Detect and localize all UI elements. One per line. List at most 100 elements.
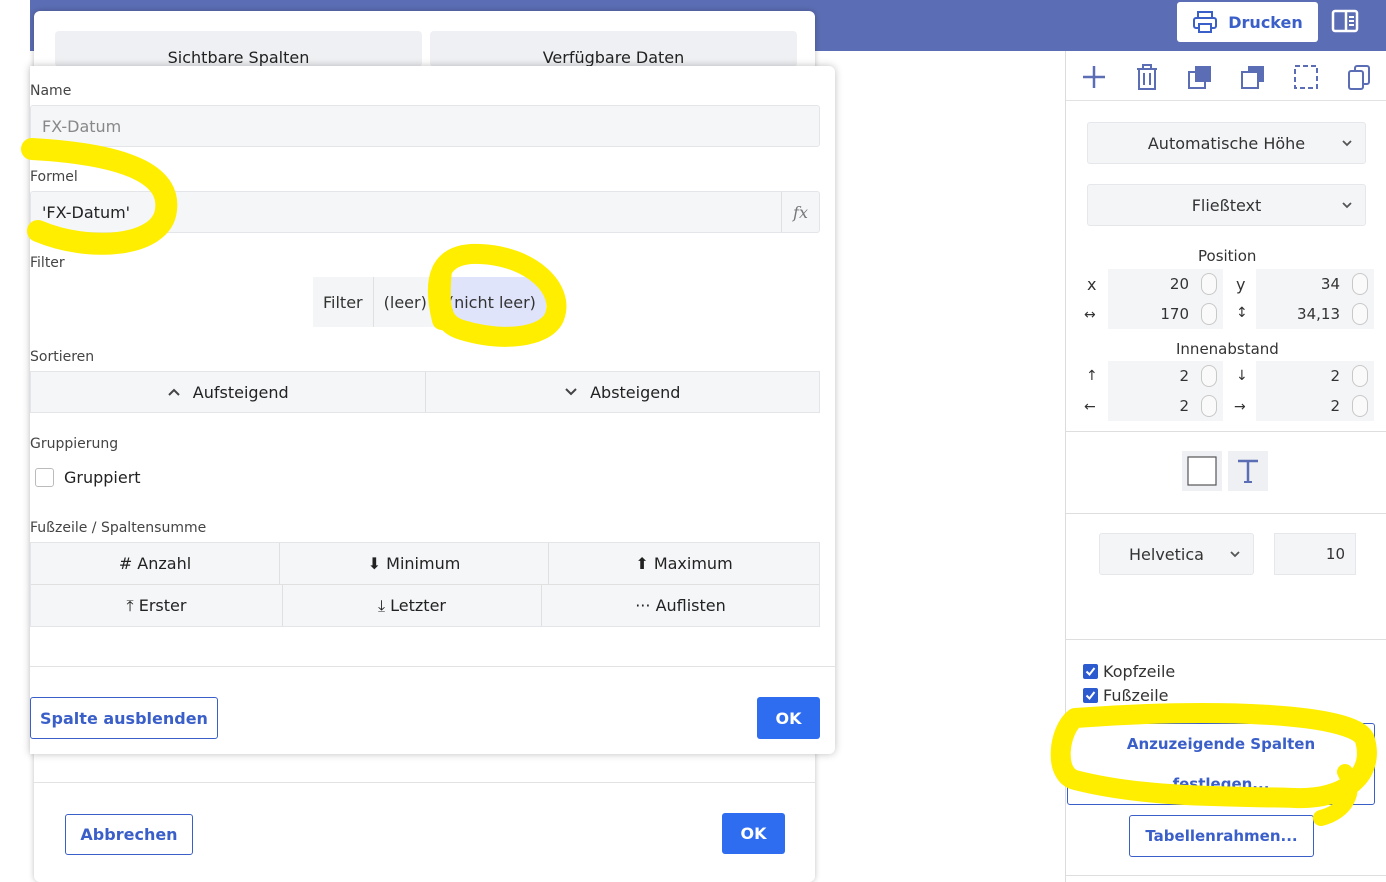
print-button[interactable]: Drucken [1177,2,1318,42]
width-spinner[interactable] [1201,303,1217,325]
hide-column-button[interactable]: Spalte ausblenden [30,697,218,739]
filter-option-empty-label: (leer) [383,292,427,312]
tab-visible-columns[interactable]: Sichtbare Spalten [55,31,422,67]
send-to-back-icon[interactable] [1239,63,1267,91]
aggregate-first-button[interactable]: ⤒ Erster [31,585,282,626]
aggregate-list-button[interactable]: ··· Auflisten [541,585,819,626]
bring-to-front-icon[interactable] [1186,63,1214,91]
aggregate-minimum-button[interactable]: ⬇ Minimum [279,543,548,584]
filter-option-all[interactable]: Filter [313,277,373,327]
footer-row-checkbox[interactable]: Fußzeile [1083,686,1169,705]
width-label: ↔ [1084,307,1096,323]
filter-option-empty[interactable]: (leer) [372,277,437,327]
column-settings-dialog: Name FX-Datum Formel 'FX-Datum' fx Filte… [30,66,835,754]
plus-icon[interactable] [1080,63,1108,91]
aggregate-last-button[interactable]: ⤓ Letzter [282,585,541,626]
columns-to-show-button[interactable]: Anzuzeigende Spalten festlegen... [1067,723,1375,805]
padding-left-input[interactable]: 2 [1108,391,1223,421]
columns-button-line2: festlegen... [1172,775,1270,793]
font-size-input[interactable]: 10 [1274,533,1356,575]
filter-option-all-label: Filter [323,292,363,312]
sort-ascending-button[interactable]: Aufsteigend [31,372,425,412]
table-border-button[interactable]: Tabellenrahmen... [1129,815,1314,857]
sort-ascending-label: Aufsteigend [192,382,289,402]
background-ok-label: OK [740,824,767,843]
font-size-value: 10 [1325,545,1345,563]
fx-icon: fx [793,202,808,222]
tab-available-data[interactable]: Verfügbare Daten [430,31,797,67]
y-input[interactable]: 34 [1256,269,1374,299]
height-select[interactable]: Automatische Höhe [1087,122,1366,164]
x-value: 20 [1169,275,1189,293]
dialog-footer-divider [30,666,835,667]
border-style-button[interactable] [1182,451,1222,491]
aggregate-row: ⤒ Erster ⤓ Letzter ··· Auflisten [31,585,819,626]
filter-option-not-empty[interactable]: (nicht leer) [436,277,546,327]
trash-icon[interactable] [1133,63,1161,91]
text-style-select[interactable]: Fließtext [1087,184,1366,226]
footer-aggregate-grid: # Anzahl ⬇ Minimum ⬆ Maximum ⤒ Erster ⤓ … [30,542,820,627]
padding-right-spinner[interactable] [1352,395,1368,417]
header-row-checkbox[interactable]: Kopfzeile [1083,662,1175,681]
height-input[interactable]: 34,13 [1256,299,1374,329]
name-label: Name [30,83,72,99]
text-format-button[interactable] [1228,451,1268,491]
aggregate-maximum-button[interactable]: ⬆ Maximum [548,543,819,584]
padding-bottom-value: 2 [1330,367,1340,385]
padding-bottom-input[interactable]: 2 [1256,361,1374,391]
aggregate-first-label: ⤒ Erster [126,595,187,615]
square-border-icon [1187,456,1217,486]
name-input[interactable]: FX-Datum [30,105,820,147]
x-spinner[interactable] [1201,273,1217,295]
filter-option-not-empty-label: (nicht leer) [447,292,536,312]
divider [1066,639,1386,640]
padding-top-spinner[interactable] [1201,365,1217,387]
grouped-label: Gruppiert [64,468,141,487]
ok-label: OK [775,708,802,728]
filter-options: Filter (leer) (nicht leer) [313,277,546,327]
copy-icon[interactable] [1345,63,1373,91]
aggregate-count-button[interactable]: # Anzahl [31,543,279,584]
padding-right-input[interactable]: 2 [1256,391,1374,421]
font-family-select[interactable]: Helvetica [1099,533,1254,575]
padding-left-label: ← [1084,399,1096,415]
position-title: Position [1198,247,1257,265]
sort-descending-label: Absteigend [590,382,681,402]
height-spinner[interactable] [1352,303,1368,325]
width-value: 170 [1160,305,1189,323]
formula-input[interactable]: 'FX-Datum' fx [30,191,820,233]
footer-sum-label: Fußzeile / Spaltensumme [30,520,207,536]
aggregate-maximum-label: ⬆ Maximum [635,554,733,573]
name-placeholder: FX-Datum [42,116,122,136]
hide-column-label: Spalte ausblenden [40,708,208,728]
sort-descending-button[interactable]: Absteigend [424,372,820,412]
padding-bottom-spinner[interactable] [1352,365,1368,387]
width-input[interactable]: 170 [1108,299,1223,329]
formula-value: 'FX-Datum' [42,202,131,222]
x-input[interactable]: 20 [1108,269,1223,299]
footer-row-label: Fußzeile [1103,686,1169,705]
select-area-icon[interactable] [1292,63,1320,91]
print-label: Drucken [1228,12,1303,32]
aggregate-row: # Anzahl ⬇ Minimum ⬆ Maximum [31,543,819,584]
header-row-label: Kopfzeile [1103,662,1176,681]
formula-label: Formel [30,169,78,185]
cancel-button[interactable]: Abbrechen [65,814,193,855]
sort-options: Aufsteigend Absteigend [30,371,820,413]
padding-top-value: 2 [1179,367,1189,385]
sidebar-toggle-icon[interactable] [1331,9,1359,33]
chevron-up-icon [168,388,180,396]
aggregate-last-label: ⤓ Letzter [377,595,446,615]
grouped-checkbox[interactable]: Gruppiert [35,468,141,487]
ok-button[interactable]: OK [757,697,820,739]
padding-left-spinner[interactable] [1201,395,1217,417]
background-ok-button[interactable]: OK [722,813,785,854]
padding-top-label: ↑ [1086,368,1098,384]
height-label: ↕ [1236,305,1248,321]
y-spinner[interactable] [1352,273,1368,295]
height-select-value: Automatische Höhe [1147,133,1306,153]
y-value: 34 [1320,275,1340,293]
divider [1066,875,1386,876]
padding-top-input[interactable]: 2 [1108,361,1223,391]
formula-editor-button[interactable]: fx [781,192,819,232]
